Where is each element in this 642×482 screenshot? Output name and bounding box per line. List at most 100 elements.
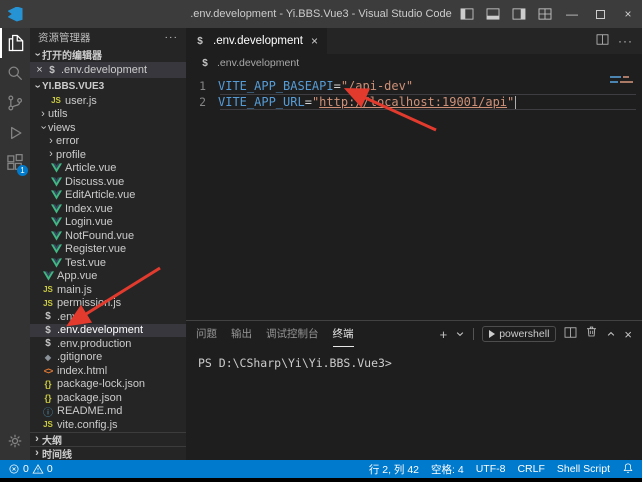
project-header[interactable]: › YI.BBS.VUE3 <box>30 78 186 94</box>
panel-tab-问题[interactable]: 问题 <box>196 321 217 347</box>
divider <box>473 328 474 340</box>
tree-item-Login.vue[interactable]: Login.vue <box>30 216 186 230</box>
tree-item-profile[interactable]: ›profile <box>30 148 186 162</box>
more-actions-icon[interactable]: ··· <box>618 34 633 48</box>
maximize-button[interactable] <box>586 0 614 28</box>
tree-item-Test.vue[interactable]: Test.vue <box>30 256 186 270</box>
split-terminal-icon[interactable] <box>564 325 577 343</box>
status-problems[interactable]: 0 0 <box>8 463 53 475</box>
vue-file-icon <box>50 190 62 200</box>
status-encoding[interactable]: UTF-8 <box>476 463 506 475</box>
env-file-icon: $ <box>195 36 205 47</box>
tree-item-.env.production[interactable]: $.env.production <box>30 337 186 351</box>
tree-item-permission.js[interactable]: JSpermission.js <box>30 297 186 311</box>
activitybar-explorer[interactable] <box>0 28 30 58</box>
tree-item-App.vue[interactable]: App.vue <box>30 270 186 284</box>
tree-item-.env[interactable]: $.env <box>30 310 186 324</box>
tree-item-Index.vue[interactable]: Index.vue <box>30 202 186 216</box>
tree-item-package.json[interactable]: {}package.json <box>30 391 186 405</box>
activitybar-search[interactable] <box>0 58 30 88</box>
tree-item-utils[interactable]: ›utils <box>30 108 186 122</box>
vue-file-icon <box>50 231 62 241</box>
notifications-bell-icon[interactable] <box>622 462 634 477</box>
outline-header[interactable]: › 大纲 <box>30 432 186 446</box>
panel-header: 问题输出调试控制台终端 + powershell <box>186 321 642 347</box>
breadcrumb[interactable]: $ .env.development <box>186 54 642 72</box>
status-indentation[interactable]: 空格: 4 <box>431 462 464 477</box>
terminal-prompt: PS D:\CSharp\Yi\Yi.BBS.Vue3> <box>198 356 392 370</box>
chevron-icon: › <box>38 123 49 133</box>
main-area: 1 资源管理器 ··· › 打开的编辑器 ×$.env.development … <box>0 28 642 460</box>
maximize-panel-icon[interactable] <box>606 325 616 343</box>
code-line-1[interactable]: 1VITE_APP_BASEAPI="/api-dev" <box>186 78 642 94</box>
close-editor-icon[interactable]: × <box>33 64 46 76</box>
tree-item-index.html[interactable]: <>index.html <box>30 364 186 378</box>
status-eol[interactable]: CRLF <box>517 463 544 475</box>
js-file-icon: JS <box>50 96 62 105</box>
tree-item-main.js[interactable]: JSmain.js <box>30 283 186 297</box>
customize-layout-icon[interactable] <box>532 0 558 28</box>
chevron-icon: › <box>38 109 48 120</box>
sidebar-actions-icon[interactable]: ··· <box>165 31 179 43</box>
activitybar-run-debug[interactable] <box>0 118 30 148</box>
activitybar-extensions[interactable]: 1 <box>0 148 30 178</box>
gear-icon <box>5 431 25 451</box>
vscode-window: .env.development - Yi.BBS.Vue3 - Visual … <box>0 0 642 482</box>
vue-file-icon <box>50 258 62 268</box>
env-file-icon: $ <box>42 311 54 322</box>
tree-item-Article.vue[interactable]: Article.vue <box>30 162 186 176</box>
status-cursor-position[interactable]: 行 2, 列 42 <box>369 462 419 477</box>
tree-item-vite.config.js[interactable]: JSvite.config.js <box>30 418 186 432</box>
sidebar-title-row: 资源管理器 ··· <box>30 28 186 46</box>
tab-close-icon[interactable]: × <box>311 34 318 48</box>
sidebar-explorer: 资源管理器 ··· › 打开的编辑器 ×$.env.development › … <box>30 28 186 460</box>
activitybar-source-control[interactable] <box>0 88 30 118</box>
split-editor-icon[interactable] <box>596 32 609 50</box>
code-line-2[interactable]: 2VITE_APP_URL="http://localhost:19001/ap… <box>186 94 642 110</box>
panel-tab-输出[interactable]: 输出 <box>231 321 252 347</box>
tree-item-NotFound.vue[interactable]: NotFound.vue <box>30 229 186 243</box>
close-panel-icon[interactable]: × <box>624 327 632 342</box>
tree-item-EditArticle.vue[interactable]: EditArticle.vue <box>30 189 186 203</box>
tree-item-views[interactable]: ›views <box>30 121 186 135</box>
shell-selector[interactable]: powershell <box>482 326 556 342</box>
vue-file-icon <box>42 271 54 281</box>
open-editor-item[interactable]: ×$.env.development <box>30 62 186 78</box>
kill-terminal-icon[interactable] <box>585 325 598 343</box>
tree-item-.env.development[interactable]: $.env.development <box>30 324 186 338</box>
tree-item-package-lock.json[interactable]: {}package-lock.json <box>30 378 186 392</box>
panel-tab-终端[interactable]: 终端 <box>333 321 354 347</box>
search-icon <box>5 63 25 83</box>
js-file-icon: JS <box>42 420 54 429</box>
tree-item-.gitignore[interactable]: ◆.gitignore <box>30 351 186 365</box>
minimize-button[interactable]: — <box>558 0 586 28</box>
minimap <box>610 76 636 86</box>
close-button[interactable]: × <box>614 0 642 28</box>
status-language[interactable]: Shell Script <box>557 463 610 475</box>
env-file-icon: $ <box>42 325 54 336</box>
tree-item-user.js[interactable]: JSuser.js <box>30 94 186 108</box>
tree-item-Register.vue[interactable]: Register.vue <box>30 243 186 257</box>
toggle-secondary-sidebar-icon[interactable] <box>506 0 532 28</box>
timeline-header[interactable]: › 时间线 <box>30 446 186 460</box>
toggle-sidebar-icon[interactable] <box>454 0 480 28</box>
line-number: 2 <box>186 95 206 109</box>
source-control-icon <box>5 93 25 113</box>
editor-actions: ··· <box>596 28 642 54</box>
new-terminal-icon[interactable]: + <box>440 327 448 342</box>
env-file-icon: $ <box>46 65 58 76</box>
tree-item-error[interactable]: ›error <box>30 135 186 149</box>
toggle-panel-icon[interactable] <box>480 0 506 28</box>
run-debug-icon <box>5 123 25 143</box>
tree-item-Discuss.vue[interactable]: Discuss.vue <box>30 175 186 189</box>
tree-item-README.md[interactable]: ⓘREADME.md <box>30 405 186 419</box>
terminal-dropdown-icon[interactable] <box>455 325 465 343</box>
terminal[interactable]: PS D:\CSharp\Yi\Yi.BBS.Vue3> <box>186 347 642 460</box>
activitybar-manage[interactable] <box>0 426 30 456</box>
window-controls: — × <box>454 0 642 28</box>
activity-bar: 1 <box>0 28 30 460</box>
open-editors-header[interactable]: › 打开的编辑器 <box>30 46 186 62</box>
code-editor[interactable]: 1VITE_APP_BASEAPI="/api-dev"2VITE_APP_UR… <box>186 72 642 320</box>
panel-tab-调试控制台[interactable]: 调试控制台 <box>266 321 319 347</box>
tab-env-development[interactable]: $ .env.development × <box>186 28 327 54</box>
